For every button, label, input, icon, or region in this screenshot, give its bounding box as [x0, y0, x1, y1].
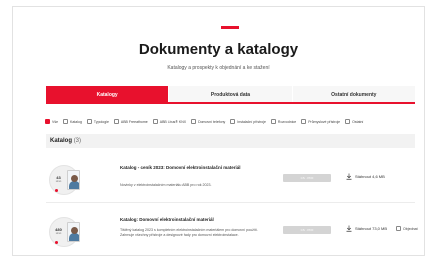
language-select[interactable]: CS · PDF: [283, 174, 331, 182]
filter-label: Typologie: [93, 119, 109, 124]
tab-bar: Katalogy Produktová data Ostatní dokumen…: [46, 86, 415, 104]
download-link[interactable]: Stáhnout 73,0 MB: [346, 225, 387, 232]
checkbox-icon[interactable]: [152, 119, 158, 124]
list-item: 480 stran Katalog: Domovní elektroinstal…: [46, 209, 418, 255]
catalog-thumbnail[interactable]: 480 stran: [49, 217, 80, 247]
download-icon: [346, 225, 352, 232]
section-header-katalog: Katalog (3): [46, 134, 415, 148]
page-count-caption: stran: [55, 232, 62, 235]
download-label: Stáhnout 4,6 MB: [355, 174, 385, 179]
filter-freeathome[interactable]: ABB Freeathome: [113, 119, 148, 124]
status-dot: [55, 189, 58, 192]
checkbox-icon[interactable]: [63, 119, 69, 124]
section-count: (3): [73, 138, 82, 144]
item-title: Katalog - ceník 2023: Domovní elektroins…: [120, 165, 241, 170]
tab-ostatni-dokumenty[interactable]: Ostatní dokumenty: [292, 86, 415, 102]
language-select[interactable]: CS · PDF: [283, 226, 331, 234]
checkbox-icon[interactable]: [230, 119, 236, 124]
filter-typologie[interactable]: Typologie: [86, 119, 109, 124]
checkbox-icon[interactable]: [191, 119, 197, 124]
filter-label: ABB i-bus® KNX: [159, 119, 187, 124]
filter-label: Domovní telefony: [198, 119, 226, 124]
order-label: Objednat: [403, 226, 418, 231]
filter-label: Průmyslové přístroje: [308, 119, 341, 124]
filter-bar: Vše Katalog Typologie ABB Freeathome ABB…: [45, 119, 424, 124]
checkbox-icon[interactable]: [45, 119, 50, 124]
order-checkbox[interactable]: Objednat: [396, 226, 418, 231]
filter-label: Vše: [52, 119, 59, 124]
checkbox-icon[interactable]: [113, 119, 119, 124]
filter-rozvodnice[interactable]: Rozvodnice: [270, 119, 297, 124]
filter-ostatni[interactable]: Ostatní: [345, 119, 363, 124]
download-label: Stáhnout 73,0 MB: [355, 226, 388, 231]
filter-label: Ostatní: [352, 119, 364, 124]
tab-katalogy[interactable]: Katalogy: [46, 86, 169, 102]
page-count-caption: stran: [55, 180, 62, 183]
checkbox-icon[interactable]: [270, 119, 276, 124]
checkbox-icon[interactable]: [301, 119, 307, 124]
checkbox-icon[interactable]: [345, 119, 351, 124]
page-subtitle: Katalogy a prospekty k objednání a ke st…: [167, 65, 270, 71]
tab-produktova-data[interactable]: Produktová data: [169, 86, 292, 102]
checkbox-icon[interactable]: [86, 119, 92, 124]
item-description: Tištěný katalog 2023 s kompletním elektr…: [120, 228, 258, 237]
item-title: Katalog: Domovní elektroinstalační mater…: [120, 217, 214, 222]
filter-domovni-telefony[interactable]: Domovní telefony: [191, 119, 225, 124]
list-item: 43 stran Katalog - ceník 2023: Domovní e…: [46, 157, 415, 203]
item-description: Novinky v elektroinstalačním materiálu A…: [120, 183, 212, 187]
catalog-cover-image: [67, 170, 80, 190]
filter-instalacni-pristroje[interactable]: Instalační přístroje: [230, 119, 266, 124]
section-title: Katalog: [50, 138, 73, 144]
status-dot: [55, 241, 58, 244]
filter-knx[interactable]: ABB i-bus® KNX: [152, 119, 187, 124]
filter-prumyslove-pristroje[interactable]: Průmyslové přístroje: [301, 119, 340, 124]
checkbox-icon[interactable]: [396, 226, 401, 231]
filter-label: ABB Freeathome: [120, 119, 148, 124]
page-title: Dokumenty a katalogy: [138, 41, 299, 58]
filter-label: Katalog: [70, 119, 82, 124]
filter-vse[interactable]: Vše: [45, 119, 58, 124]
title-accent-bar: [221, 26, 239, 29]
download-link[interactable]: Stáhnout 4,6 MB: [346, 173, 385, 180]
filter-label: Instalační přístroje: [237, 119, 266, 124]
catalog-thumbnail[interactable]: 43 stran: [49, 165, 80, 195]
page-frame: Dokumenty a katalogy Katalogy a prospekt…: [12, 6, 425, 256]
catalog-cover-image: [67, 222, 80, 242]
download-icon: [346, 173, 352, 180]
filter-label: Rozvodnice: [277, 119, 297, 124]
filter-katalog[interactable]: Katalog: [63, 119, 82, 124]
